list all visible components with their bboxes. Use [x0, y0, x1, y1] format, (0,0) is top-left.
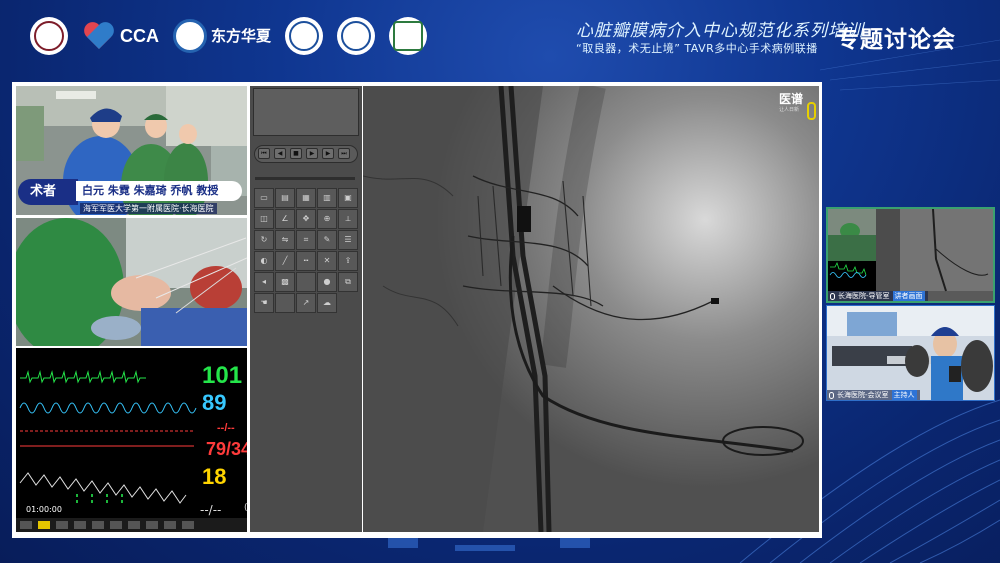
- monitor-time: 01:00:00: [26, 505, 62, 514]
- crop-tool-icon[interactable]: ⌗: [296, 230, 316, 250]
- caption-institution: 海军军医大学第一附属医院·长海医院: [80, 203, 217, 214]
- fluoroscopy-image: [363, 86, 819, 532]
- monitor-hr: 101: [202, 362, 243, 389]
- university-seal-icon: [337, 17, 376, 55]
- line-tool-icon[interactable]: ╱: [275, 251, 295, 271]
- monitor-bottom-paren: (-): [244, 503, 247, 513]
- cca-logo-text: CCA: [120, 25, 159, 46]
- watermark-logo: 医谱: [779, 92, 804, 106]
- grid-tool-icon[interactable]: ▥: [317, 188, 337, 208]
- invert-tool-icon[interactable]: ◐: [254, 251, 274, 271]
- brush-tool-icon[interactable]: ✎: [317, 230, 337, 250]
- viewer-tool-grid: ▭ ▤ ▦ ▥ ▣ ◫ ∠ ✥ ⊕ ⟂ ↻ ⇋ ⌗ ✎ ☰ ◐ ╱ ┅ ✕ ⇪ …: [254, 188, 358, 313]
- header-badge: 专题讨论会: [836, 27, 956, 53]
- point-tool-icon[interactable]: ●: [317, 272, 337, 292]
- copy-tool-icon[interactable]: ⧉: [338, 272, 358, 292]
- measure-tool-icon[interactable]: ⟂: [338, 209, 358, 229]
- blank-tool[interactable]: [296, 272, 316, 292]
- tile2-badge: 主持人: [891, 390, 917, 400]
- x-tool-icon[interactable]: ✕: [317, 251, 337, 271]
- prev-frame-icon[interactable]: ◀: [274, 148, 286, 159]
- next-frame-icon[interactable]: ▶: [322, 148, 334, 159]
- monitor-spo2: 89: [202, 390, 227, 415]
- patient-monitor: 101 89 --/-- 79/34 18 01:00:00 --/-- (-): [16, 348, 247, 532]
- dfhx-logo-text: 东方华夏: [211, 26, 272, 45]
- flip-tool-icon[interactable]: ⇋: [275, 230, 295, 250]
- last-frame-icon[interactable]: ⏭: [338, 148, 350, 159]
- window-tool-icon[interactable]: ◫: [254, 209, 274, 229]
- blank-tool-2[interactable]: [275, 293, 295, 313]
- watermark-subtitle: 让人日新: [779, 107, 800, 113]
- watermark-mark-icon: [807, 102, 816, 120]
- tile2-label: 长海医院-会议室 主持人: [827, 390, 920, 400]
- pan-tool-icon[interactable]: ✥: [296, 209, 316, 229]
- tile2-name: 长海医院-会议室: [837, 391, 889, 399]
- tile1-badge: 讲者画面: [892, 291, 925, 301]
- export-tool-icon[interactable]: ⇪: [338, 251, 358, 271]
- participant-tile-meeting-room[interactable]: 长海医院-会议室 主持人: [826, 305, 995, 401]
- dfhx-mark-icon: [173, 19, 207, 53]
- prev-series-icon[interactable]: ◂: [254, 272, 274, 292]
- caption-names: 白元 朱霓 朱嘉琦 乔帆 教授: [76, 181, 242, 201]
- hand-tool-icon[interactable]: ☚: [254, 293, 274, 313]
- tile1-name: 长海医院-导管室: [838, 292, 890, 300]
- filter-tool-icon[interactable]: ▩: [275, 272, 295, 292]
- monitor-rr: 18: [202, 464, 227, 489]
- participant-tile-cathlab[interactable]: 长海医院-导管室 讲者画面: [826, 207, 995, 303]
- cca-logo: CCA: [82, 21, 159, 51]
- save-tool-icon[interactable]: ▦: [296, 188, 316, 208]
- rotate-tool-icon[interactable]: ↻: [254, 230, 274, 250]
- dfhx-logo: 东方华夏: [173, 19, 271, 53]
- zoom-tool-icon[interactable]: ⊕: [317, 209, 337, 229]
- header-subtitle: “取良器，术无止境” TAVR多中心手术病例联播: [576, 42, 818, 55]
- reset-tool-icon[interactable]: ▣: [338, 188, 358, 208]
- medical-association-icon: [285, 17, 324, 55]
- or-camera-closeup: [16, 218, 247, 346]
- microphone-icon: [829, 391, 834, 399]
- select-tool-icon[interactable]: ▭: [254, 188, 274, 208]
- stop-icon[interactable]: ■: [290, 148, 302, 159]
- monitor-abp-dash: --/--: [217, 422, 235, 434]
- hospital-emblem-icon: [30, 17, 68, 55]
- microphone-icon: [830, 292, 835, 300]
- caption-tag: 术者: [18, 179, 78, 205]
- monitor-bottom-dash: --/--: [200, 503, 222, 517]
- green-institution-icon: [389, 17, 428, 55]
- viewer-preview: [253, 88, 359, 136]
- layers-tool-icon[interactable]: ☰: [338, 230, 358, 250]
- arrow-tool-icon[interactable]: ↗: [296, 293, 316, 313]
- ruler-tool-icon[interactable]: ┅: [296, 251, 316, 271]
- header-title: 心脏瓣膜病介入中心规范化系列培训: [576, 21, 864, 41]
- header-logos: CCA 东方华夏: [30, 16, 441, 56]
- folder-tool-icon[interactable]: ▤: [275, 188, 295, 208]
- cloud-tool-icon[interactable]: ☁: [317, 293, 337, 313]
- heart-hands-icon: [82, 21, 116, 51]
- monitor-abp: 79/34: [206, 439, 247, 459]
- first-frame-icon[interactable]: ⏮: [258, 148, 270, 159]
- tile1-label: 长海医院-导管室 讲者画面: [828, 291, 928, 301]
- play-icon[interactable]: ▶: [306, 148, 318, 159]
- angle-tool-icon[interactable]: ∠: [275, 209, 295, 229]
- frame-slider[interactable]: [255, 177, 355, 180]
- surgeon-caption: 术者 白元 朱霓 朱嘉琦 乔帆 教授 海军军医大学第一附属医院·长海医院: [18, 177, 242, 214]
